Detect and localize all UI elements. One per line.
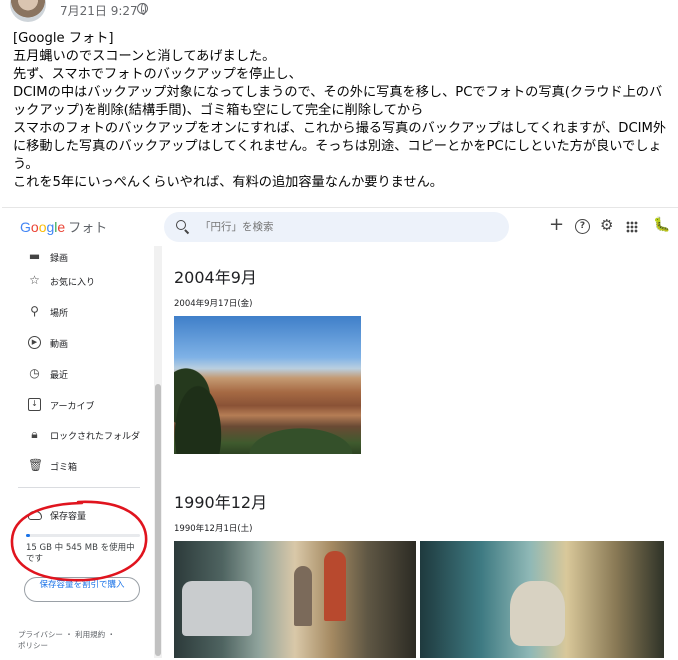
sidebar-item-label: 動画 (50, 340, 69, 350)
video-icon: ▬ (28, 249, 41, 263)
sidebar-item-label: 録画 (50, 254, 69, 264)
gear-icon[interactable]: ⚙ (600, 216, 613, 236)
search-bar[interactable] (164, 212, 509, 242)
section-month-heading: 1990年12月 (174, 493, 268, 512)
photo-thumbnail[interactable] (174, 316, 361, 454)
logo-letter: G (20, 219, 31, 235)
sidebar-item-videos[interactable]: ▶ 動画 (2, 330, 152, 358)
photo-thumbnail[interactable] (420, 541, 664, 658)
post-timestamp[interactable]: 7月21日 9:27 · (60, 2, 145, 19)
photos-main: 2004年9月 2004年9月17日(金) 1990年12月 1990年12月1… (164, 246, 678, 660)
lock-icon: 🔒︎ (31, 427, 38, 441)
plus-icon[interactable]: + (549, 214, 564, 235)
sidebar-item-label: アーカイブ (50, 402, 95, 412)
section-date-heading[interactable]: 1990年12月1日(土) (174, 522, 253, 534)
photo-detail (174, 359, 234, 454)
search-input[interactable] (200, 217, 490, 237)
photos-sidebar: ▬ 録画 ☆ お気に入り ⚲ 場所 ▶ 動画 ◷ 最近 ↓ アーカイブ 🔒︎ ロ… (2, 246, 164, 660)
post-line: 五月蝿いのでスコーンと消してあげました。 (13, 49, 276, 64)
apps-grid-icon[interactable] (626, 221, 638, 233)
google-photos-screenshot[interactable]: Googleフォト + ? ⚙ 🐛 ▬ 録画 ☆ お気に入り ⚲ 場所 ▶ 動画… (2, 207, 678, 660)
google-photos-logo[interactable]: Google フォト (20, 217, 107, 236)
sidebar-item-locked-folder[interactable]: 🔒︎ ロックされたフォルダ (2, 422, 152, 450)
sidebar-item-favorites[interactable]: ☆ お気に入り (2, 268, 152, 296)
post-line: DCIMの中はバックアップ対象になってしまうので、その外に写真を移し、PCでフォ… (13, 85, 663, 118)
sidebar-item-label: ロックされたフォルダ (50, 432, 141, 442)
sidebar-item-archive[interactable]: ↓ アーカイブ (2, 392, 152, 420)
sidebar-divider (18, 487, 140, 488)
sidebar-item-places[interactable]: ⚲ 場所 (2, 299, 152, 327)
logo-suffix: フォト (68, 221, 108, 236)
sidebar-item-label: お気に入り (50, 278, 96, 288)
clock-icon: ◷ (29, 366, 40, 380)
play-icon: ▶ (28, 336, 41, 349)
help-icon[interactable]: ? (575, 219, 590, 234)
globe-icon (137, 3, 148, 15)
photo-detail (294, 566, 312, 626)
photo-detail (182, 581, 252, 636)
sidebar-item-label: 最近 (50, 371, 69, 381)
scrollbar-thumb[interactable] (155, 384, 161, 656)
sidebar-item-label: 場所 (50, 309, 69, 319)
post-line: スマホのフォトのバックアップをオンにすれば、これから撮る写真のバックアップはして… (13, 121, 667, 172)
red-annotation-circle (10, 500, 148, 582)
post-line: [Google フォト] (13, 31, 114, 46)
photos-header: Googleフォト + ? ⚙ 🐛 (2, 208, 678, 246)
logo-letter: e (57, 219, 66, 235)
star-icon: ☆ (29, 273, 40, 287)
post-line: これを5年にいっぺんくらいやれば、有料の追加容量なんか要りません。 (13, 175, 443, 190)
archive-icon: ↓ (28, 398, 41, 411)
photo-thumbnail[interactable] (174, 541, 416, 658)
sidebar-item-recent[interactable]: ◷ 最近 (2, 361, 152, 389)
photo-detail (510, 581, 565, 646)
search-icon[interactable] (176, 220, 186, 230)
section-date-heading[interactable]: 2004年9月17日(金) (174, 297, 253, 309)
sidebar-scrollbar[interactable] (154, 246, 162, 658)
sidebar-item-label: ゴミ箱 (50, 463, 78, 473)
trash-icon: 🗑︎ (28, 458, 44, 472)
bug-avatar-icon[interactable]: 🐛 (653, 217, 670, 237)
logo-letter: o (30, 219, 39, 235)
author-avatar[interactable] (10, 0, 46, 22)
footer-links[interactable]: プライバシー ・ 利用規約 ・ポリシー (18, 629, 115, 651)
photo-detail (324, 551, 346, 621)
post-line: 先ず、スマホでフォトのバックアップを停止し、 (13, 67, 302, 82)
section-month-heading: 2004年9月 (174, 268, 257, 287)
post-header: 7月21日 9:27 · (0, 0, 678, 22)
location-icon: ⚲ (30, 304, 39, 318)
sidebar-item-trash[interactable]: 🗑︎ ゴミ箱 (2, 453, 152, 481)
post-body: [Google フォト] 五月蝿いのでスコーンと消してあげました。 先ず、スマホ… (13, 30, 668, 192)
photo-detail (241, 424, 361, 454)
